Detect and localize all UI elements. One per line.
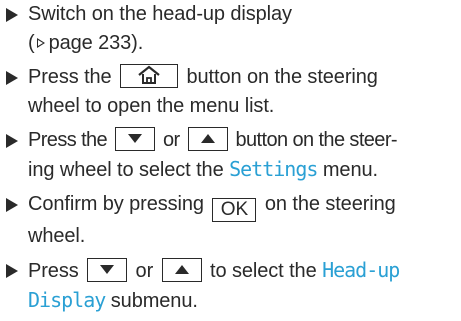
page-reference: page 233). (48, 32, 144, 54)
step-1-line-1: Switch on the head-up display (28, 3, 292, 25)
up-arrow-key (187, 127, 228, 151)
bullet-icon (6, 8, 18, 22)
step-3-line-2: ing wheel to select the Settings menu. (28, 155, 459, 185)
down-arrow-icon (100, 265, 115, 274)
down-arrow-key (115, 127, 156, 151)
down-arrow-icon (128, 134, 143, 143)
head-up-menu-name-part-1: Head-up (322, 258, 400, 282)
up-arrow-icon (174, 265, 189, 274)
step-5-or: or (130, 260, 159, 282)
step-3-line-1: Press the or button on the steer- (28, 126, 459, 155)
step-5: Press or to select the Head-up Display s… (4, 256, 459, 316)
down-arrow-key (87, 258, 128, 282)
step-4-text-pre: Confirm by pressing (28, 193, 210, 215)
step-1: Switch on the head-up display ( page 233)… (4, 0, 459, 58)
page-reference-arrow-icon (36, 38, 45, 48)
home-icon (138, 65, 160, 84)
ok-button-key: OK (212, 198, 257, 222)
step-5-text-post: to select the (204, 260, 317, 282)
instruction-list: Switch on the head-up display ( page 233)… (4, 0, 459, 321)
bullet-icon (6, 134, 18, 148)
home-button-key (120, 64, 179, 88)
step-1-line-2: ( page 233). (28, 29, 459, 58)
ref-open-paren: ( (28, 32, 35, 54)
step-4-text-post: on the steering (259, 193, 396, 215)
step-3-line-2-pre: ing wheel to select the (28, 159, 224, 181)
step-4-line-1: Confirm by pressing OK on the steering (28, 190, 459, 222)
step-2: Press the button on the steering wheel t… (4, 63, 459, 121)
step-3-text-post: button on the steer- (230, 129, 398, 151)
step-3: Press the or button on the steer- ing wh… (4, 126, 459, 185)
step-2-line-2: wheel to open the menu list. (28, 95, 275, 117)
step-3-line-2-post: menu. (322, 159, 378, 181)
step-5-line-2-post: submenu. (110, 290, 198, 312)
step-2-line-1: Press the button on the steering (28, 63, 459, 92)
step-5-line-1: Press or to select the Head-up (28, 256, 459, 286)
head-up-menu-name-part-2: Display (28, 288, 106, 312)
bullet-icon (6, 71, 18, 85)
step-5-line-2: Display submenu. (28, 286, 459, 316)
step-4-line-2: wheel. (28, 225, 86, 247)
step-3-or: or (158, 129, 185, 151)
step-2-text-pre: Press the (28, 66, 118, 88)
step-5-text-pre: Press (28, 260, 85, 282)
bullet-icon (6, 264, 18, 278)
step-2-text-post: button on the steering (181, 66, 378, 88)
bullet-icon (6, 198, 18, 212)
step-4: Confirm by pressing OK on the steering w… (4, 190, 459, 251)
step-3-text-pre: Press the (28, 129, 113, 151)
settings-menu-name: Settings (229, 157, 318, 181)
up-arrow-key (161, 258, 202, 282)
up-arrow-icon (200, 134, 215, 143)
